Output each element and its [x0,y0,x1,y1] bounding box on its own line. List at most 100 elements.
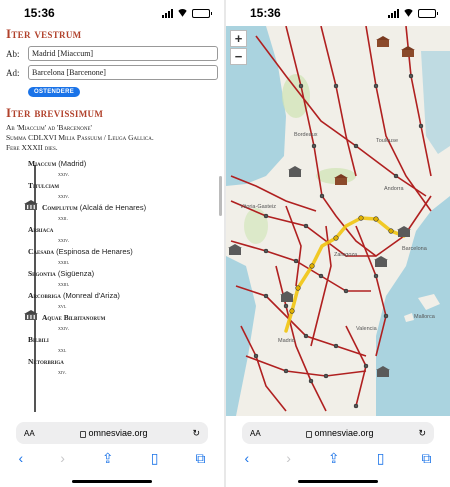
route-stop[interactable]: Netorbriga [28,357,218,367]
tabs-icon[interactable]: ⧉ [421,450,431,467]
stop-name: Miaccum [28,159,57,168]
forward-icon[interactable]: › [286,450,291,466]
stop-name: Arriaca [28,225,54,234]
route-stop[interactable]: Arcobriga (Monreal d'Ariza) [28,291,218,301]
left-phone-screen: 15:36 Iter vestrum Ab: Madrid [Miaccum] … [0,0,224,487]
stop-distance: xxiii. [58,282,70,288]
temple-icon [24,310,38,320]
from-label: Ab: [6,48,20,59]
reader-aa-button[interactable]: AA [250,429,261,438]
map-label: Vitoria-Gasteiz [240,204,276,210]
status-bar: 15:36 [0,0,224,26]
stop-name: Caesada [28,247,54,256]
wifi-icon [177,9,188,17]
route-stop[interactable]: Titulciam [28,181,218,191]
home-indicator [72,480,152,483]
stop-distance: xvi. [58,304,67,310]
route-map[interactable]: + − Bordeaux Toulouse Andorra Barcelona … [226,26,450,416]
route-stop[interactable]: Arriaca [28,225,218,235]
map-label: Toulouse [376,138,399,144]
stop-name: Aquae Bilbitanorum [42,313,106,322]
stop-distance: xiv. [58,370,67,376]
map-label: Valencia [356,326,377,332]
map-canvas[interactable] [226,26,450,416]
share-icon[interactable]: ⇪ [102,450,114,467]
route-summary: Ab 'Miaccum' ad 'Barcenone' Summa CDLXVI… [6,123,218,153]
stop-distance: xxi. [58,348,67,354]
url-text: omnesviae.org [314,428,374,438]
to-input[interactable]: Barcelona [Barcenone] [28,65,218,80]
url-text: omnesviae.org [88,428,148,438]
browser-toolbar: ‹ › ⇪ ▯ ⧉ [226,448,450,468]
status-time: 15:36 [250,6,281,20]
battery-icon [192,8,212,18]
bookmarks-icon[interactable]: ▯ [151,450,159,467]
stop-name: Netorbriga [28,357,64,366]
iter-vestrum-heading: Iter vestrum [6,26,82,41]
route-stop[interactable]: Segontia (Sigüenza) [28,269,218,279]
stop-distance: xxiv. [58,326,70,332]
itinerary-panel: Iter vestrum Ab: Madrid [Miaccum] Ad: Ba… [0,26,224,412]
to-row: Ad: Barcelona [Barcenone] [6,65,218,80]
reload-icon[interactable]: ↻ [418,428,426,439]
stop-modern-name: (Espinosa de Henares) [53,247,133,256]
stop-modern-name: (Sigüenza) [55,269,95,278]
url-display[interactable]: omnesviae.org [305,428,374,438]
share-icon[interactable]: ⇪ [328,450,340,467]
reload-icon[interactable]: ↻ [192,428,200,439]
stop-name: Bilbili [28,335,49,344]
route-stop[interactable]: Bilbili [28,335,218,345]
to-label: Ad: [6,67,20,78]
back-icon[interactable]: ‹ [19,450,24,466]
browser-toolbar: ‹ › ⇪ ▯ ⧉ [0,448,224,468]
stop-name: Segontia [28,269,56,278]
address-bar[interactable]: AA omnesviae.org ↻ [16,422,208,444]
battery-icon [418,8,438,18]
lock-icon [305,430,312,438]
map-label: Barcelona [402,246,427,252]
stop-distance: xxiv. [58,238,70,244]
forward-icon[interactable]: › [60,450,65,466]
map-label: Zaragoza [334,252,358,258]
url-display[interactable]: omnesviae.org [79,428,148,438]
signal-icon [388,8,399,18]
status-time: 15:36 [24,6,55,20]
route-stop[interactable]: Miaccum (Madrid) [28,159,218,169]
from-input[interactable]: Madrid [Miaccum] [28,46,218,61]
stop-distance: xxii. [58,216,68,222]
route-stop[interactable]: Complutum (Alcalá de Henares) [24,200,218,213]
ostendere-button[interactable]: OSTENDERE [28,87,81,97]
reader-aa-button[interactable]: AA [24,429,35,438]
stop-distance: xxiv. [58,172,70,178]
back-icon[interactable]: ‹ [245,450,250,466]
summary-line: Ab 'Miaccum' ad 'Barcenone' [6,123,92,132]
status-icons [162,8,212,18]
status-bar: 15:36 [226,0,450,26]
iter-brevissimum-heading: Iter brevissimum [6,105,104,120]
lock-icon [79,430,86,438]
stop-name: Complutum [42,203,78,212]
map-label: Bordeaux [294,132,318,138]
right-phone-screen: 15:36 + − Bordeaux Toulouse Andorra Barc… [226,0,450,487]
stop-modern-name: (Alcalá de Henares) [77,203,147,212]
zoom-out-button[interactable]: − [230,48,247,65]
scrollbar-thumb[interactable] [219,176,222,216]
route-list: Miaccum (Madrid) xxiv. Titulciam xxiv. C… [6,159,218,412]
stop-distance: xxiv. [58,194,70,200]
bookmarks-icon[interactable]: ▯ [377,450,385,467]
zoom-in-button[interactable]: + [230,30,247,47]
summary-line: Summa CDLXVI Milia Passuum / Leuga Galli… [6,133,154,142]
stop-distance: xxiii. [58,260,70,266]
signal-icon [162,8,173,18]
route-stop[interactable]: Aquae Bilbitanorum [24,310,218,323]
tabs-icon[interactable]: ⧉ [195,450,205,467]
home-indicator [298,480,378,483]
route-stop[interactable]: Caesada (Espinosa de Henares) [28,247,218,257]
map-label: Mallorca [414,314,435,320]
stop-modern-name: (Monreal d'Ariza) [60,291,120,300]
address-bar[interactable]: AA omnesviae.org ↻ [242,422,434,444]
stop-name: Arcobriga [28,291,61,300]
stop-name: Titulciam [28,181,60,190]
map-label: Andorra [384,186,404,192]
status-icons [388,8,438,18]
